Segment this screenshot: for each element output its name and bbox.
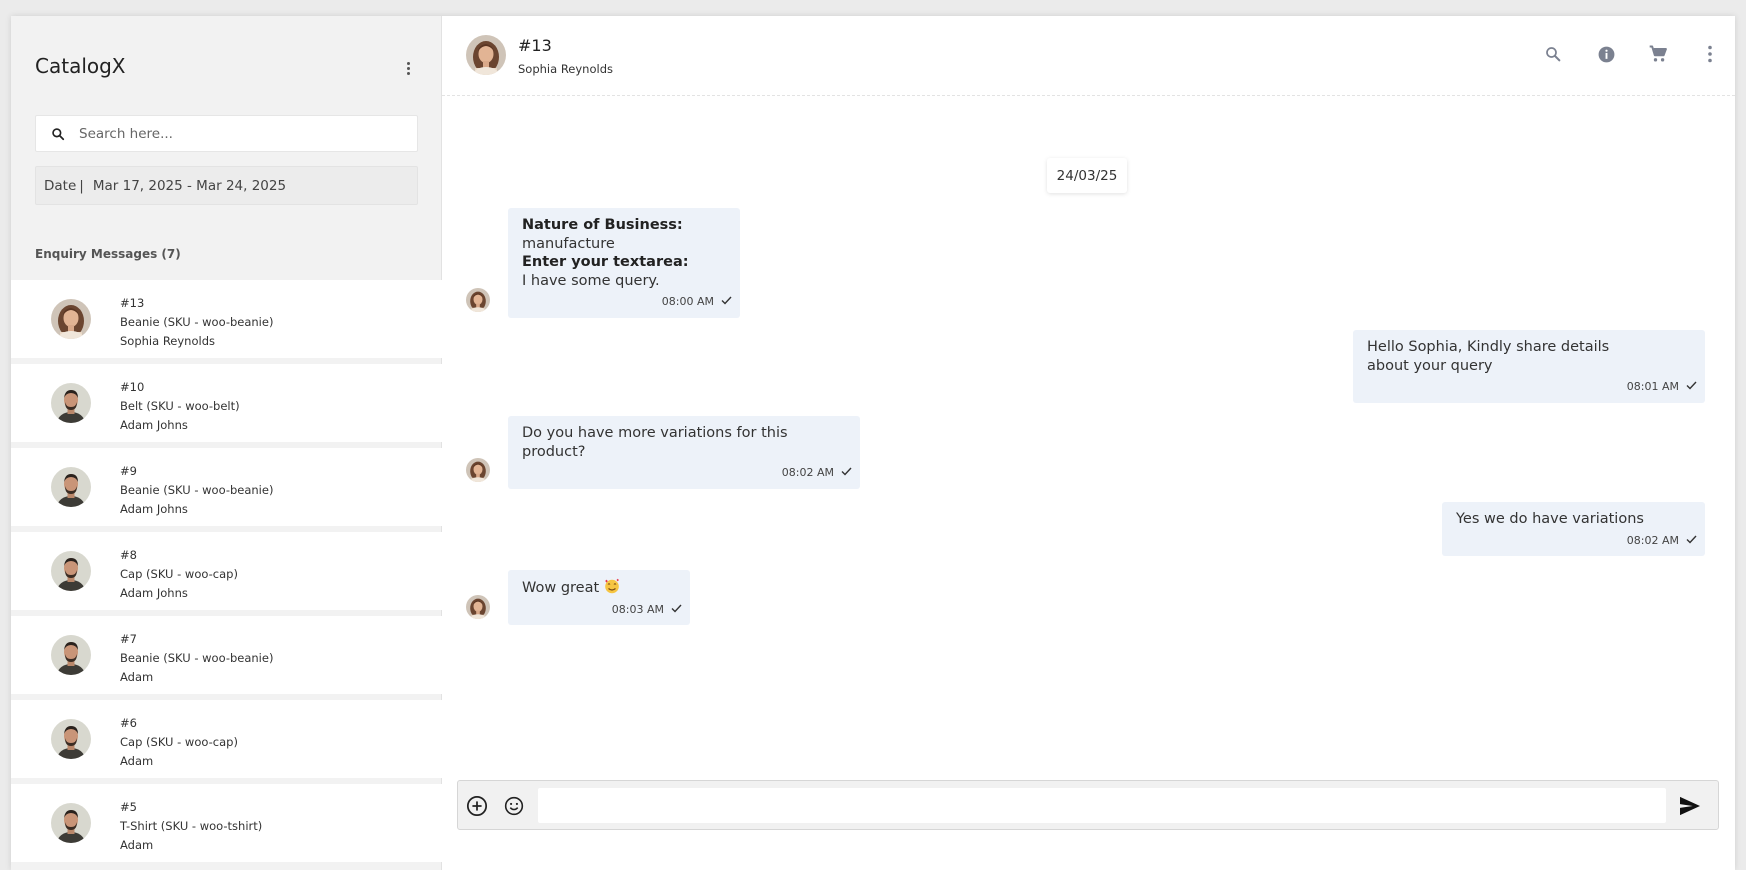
enquiry-customer: Adam Johns [120, 502, 188, 516]
enquiry-product: Cap (SKU - woo-cap) [120, 735, 238, 749]
enquiry-id: #7 [120, 632, 137, 646]
message-bubble-received: Nature of Business: manufacture Enter yo… [508, 208, 740, 318]
enquiry-product: Beanie (SKU - woo-beanie) [120, 315, 274, 329]
message-text: product? [522, 443, 586, 460]
date-label: Date [44, 177, 77, 194]
emoji-icon[interactable] [502, 794, 526, 818]
enquiry-id: #8 [120, 548, 137, 562]
message-time: 08:03 AM [611, 602, 664, 616]
avatar [51, 719, 91, 759]
enquiry-customer: Adam [120, 838, 154, 852]
avatar [51, 299, 91, 339]
enquiry-customer: Adam [120, 754, 154, 768]
list-item[interactable]: #13 Beanie (SKU - woo-beanie) Sophia Rey… [11, 280, 442, 358]
message-time: 08:01 AM [1626, 380, 1679, 393]
list-item[interactable]: #5 T-Shirt (SKU - woo-tshirt) Adam [11, 784, 442, 862]
date-chip: 24/03/25 [1047, 158, 1127, 193]
message-text: Yes we do have variations [1456, 511, 1644, 527]
enquiry-list: #13 Beanie (SKU - woo-beanie) Sophia Rey… [11, 280, 442, 868]
avatar [51, 635, 91, 675]
search-box [35, 115, 418, 152]
message-text: Hello Sophia, Kindly share details [1367, 339, 1610, 355]
message-bubble-sent: Yes we do have variations 08:02 AM [1442, 502, 1705, 556]
message-composer [457, 780, 1719, 830]
message-time: 08:02 AM [1626, 533, 1679, 547]
app-window: CatalogX Date | Mar 17, 2025 - Mar 24, 2… [11, 16, 1735, 870]
info-icon[interactable] [1594, 42, 1618, 66]
check-icon [721, 293, 732, 312]
form-field-label: Nature of Business: [522, 217, 683, 233]
list-item[interactable]: #7 Beanie (SKU - woo-beanie) Adam [11, 616, 442, 694]
enquiry-id: #9 [120, 464, 137, 478]
enquiry-product: Cap (SKU - woo-cap) [120, 567, 238, 581]
check-icon [671, 601, 682, 620]
enquiry-customer: Adam [120, 670, 154, 684]
enquiry-product: Belt (SKU - woo-belt) [120, 399, 240, 413]
enquiry-id: #13 [120, 296, 145, 310]
more-vert-icon[interactable] [1698, 42, 1722, 66]
avatar [466, 288, 490, 312]
check-icon [1686, 378, 1697, 397]
message-time: 08:00 AM [661, 295, 714, 308]
list-item[interactable]: #10 Belt (SKU - woo-belt) Adam Johns [11, 364, 442, 442]
enquiry-customer: Adam Johns [120, 586, 188, 600]
avatar [51, 383, 91, 423]
avatar [51, 803, 91, 843]
brand-title: CatalogX [35, 54, 126, 78]
avatar [51, 551, 91, 591]
enquiry-id: #5 [120, 800, 137, 814]
message-input[interactable] [538, 788, 1666, 823]
message-bubble-received: Do you have more variations for this pro… [508, 416, 860, 489]
check-icon [841, 464, 852, 483]
chat-panel: #13 Sophia Reynolds 24/03/25 Nature of B… [442, 16, 1735, 870]
form-field-value: I have some query. [522, 272, 660, 289]
date-range-value: Mar 17, 2025 - Mar 24, 2025 [92, 177, 287, 194]
avatar [466, 595, 490, 619]
avatar [466, 458, 490, 482]
enquiry-id: #6 [120, 716, 137, 730]
date-separator: | [79, 177, 84, 194]
chat-subtitle: Sophia Reynolds [518, 62, 613, 76]
enquiry-id: #10 [120, 380, 145, 394]
list-item[interactable]: #6 Cap (SKU - woo-cap) Adam [11, 700, 442, 778]
message-text: about your query [1367, 357, 1493, 374]
search-icon [51, 127, 71, 141]
enquiry-customer: Sophia Reynolds [120, 334, 215, 348]
list-item[interactable]: #9 Beanie (SKU - woo-beanie) Adam Johns [11, 448, 442, 526]
send-icon[interactable] [1678, 794, 1702, 818]
message-bubble-received: Wow great 08:03 AM [508, 570, 690, 625]
cart-icon[interactable] [1646, 42, 1670, 66]
enquiry-product: Beanie (SKU - woo-beanie) [120, 483, 274, 497]
enquiry-customer: Adam Johns [120, 418, 188, 432]
chat-title: #13 [518, 36, 552, 55]
avatar [51, 467, 91, 507]
smiling-face-with-hearts-icon [604, 578, 620, 594]
check-icon [1686, 532, 1697, 551]
form-field-value: manufacture [522, 235, 615, 252]
enquiry-product: T-Shirt (SKU - woo-tshirt) [120, 819, 263, 833]
enquiry-product: Beanie (SKU - woo-beanie) [120, 651, 274, 665]
search-icon[interactable] [1541, 42, 1565, 66]
form-field-label: Enter your textarea: [522, 254, 689, 270]
add-circle-icon[interactable] [465, 794, 489, 818]
chat-header: #13 Sophia Reynolds [442, 16, 1735, 96]
search-input[interactable] [79, 125, 417, 142]
date-range-picker[interactable]: Date | Mar 17, 2025 - Mar 24, 2025 [35, 166, 418, 205]
list-item[interactable]: #8 Cap (SKU - woo-cap) Adam Johns [11, 532, 442, 610]
message-time: 08:02 AM [781, 466, 834, 479]
message-text: Do you have more variations for this [522, 425, 788, 441]
avatar [466, 35, 506, 75]
section-title: Enquiry Messages (7) [35, 247, 181, 261]
sidebar: CatalogX Date | Mar 17, 2025 - Mar 24, 2… [11, 16, 442, 870]
message-text: Wow great [522, 580, 600, 596]
message-bubble-sent: Hello Sophia, Kindly share details about… [1353, 330, 1705, 403]
sidebar-more-vert-icon[interactable] [400, 58, 416, 78]
